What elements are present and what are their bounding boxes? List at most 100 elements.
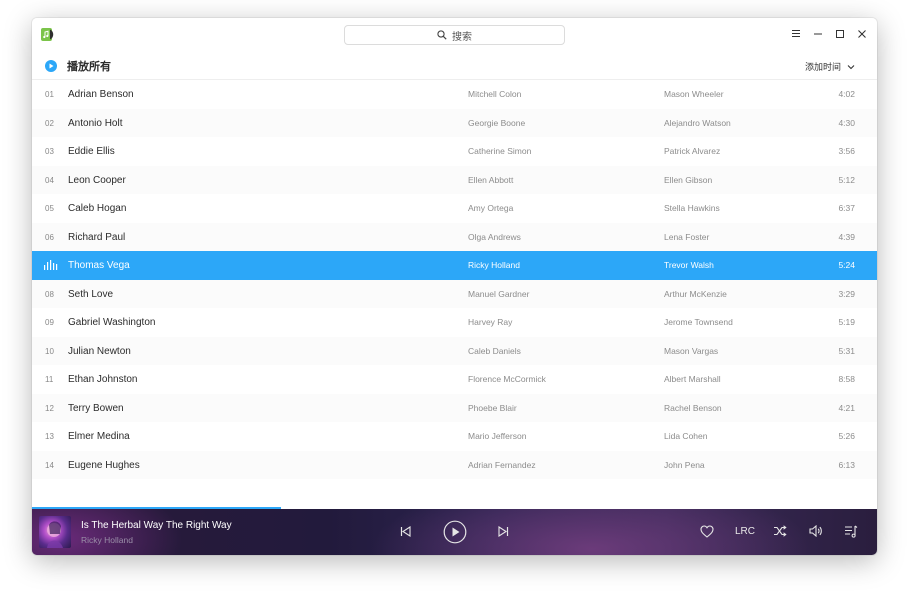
track-number: 12 xyxy=(45,403,54,413)
now-playing-title: Is The Herbal Way The Right Way xyxy=(81,520,232,531)
track-row[interactable]: 05 Caleb Hogan Amy Ortega Stella Hawkins 6:3… xyxy=(32,194,877,223)
track-duration: 5:31 xyxy=(838,345,855,356)
track-album: Lida Cohen xyxy=(664,431,708,441)
track-album: Ellen Gibson xyxy=(664,174,713,185)
track-artist: Manuel Gardner xyxy=(468,288,530,299)
track-row[interactable]: 10 Julian Newton Caleb Daniels Mason Vargas… xyxy=(32,336,877,365)
album-cover-art xyxy=(47,521,63,548)
menu-button[interactable] xyxy=(788,26,803,41)
track-artist: Florence McCormick xyxy=(468,374,546,384)
track-row[interactable]: 04 Leon Cooper Ellen Abbott Ellen Gibson 5:1… xyxy=(32,165,877,194)
track-title: Eugene Hughes xyxy=(68,459,140,471)
track-title: Caleb Hogan xyxy=(68,203,127,214)
track-row[interactable]: 02 Antonio Holt Georgie Boone Alejandro Wat… xyxy=(32,108,877,137)
track-album: Stella Hawkins xyxy=(664,203,720,213)
track-number: 09 xyxy=(45,318,54,327)
track-artist: Catherine Simon xyxy=(468,146,532,156)
sort-dropdown[interactable]: 添加时间 xyxy=(805,60,855,73)
minimize-button[interactable] xyxy=(810,26,825,41)
track-row[interactable]: 08 Seth Love Manuel Gardner Arthur McKenzie… xyxy=(32,279,877,308)
track-album: Mason Vargas xyxy=(664,345,719,356)
maximize-button[interactable] xyxy=(832,26,847,41)
play-all-label: 播放所有 xyxy=(67,61,111,73)
track-title: Adrian Benson xyxy=(68,89,134,100)
music-app-icon xyxy=(41,28,54,41)
chevron-down-icon xyxy=(847,64,855,69)
track-artist: Caleb Daniels xyxy=(468,345,521,356)
minimize-icon xyxy=(813,33,822,34)
favorite-button[interactable] xyxy=(699,523,715,539)
track-row[interactable]: 01 Adrian Benson Mitchell Colon Mason Wheel… xyxy=(32,80,877,109)
now-playing-artist: Ricky Holland xyxy=(81,535,133,545)
track-row[interactable]: 12 Terry Bowen Phoebe Blair Rachel Benson 4:… xyxy=(32,393,877,422)
track-duration: 6:37 xyxy=(838,203,855,213)
now-playing-bars-icon xyxy=(44,260,58,270)
heart-icon xyxy=(700,524,714,538)
track-artist: Mario Jefferson xyxy=(468,431,527,441)
track-artist: Adrian Fernandez xyxy=(468,459,536,470)
player-bar: Is The Herbal Way The Right Way Ricky Ho… xyxy=(32,509,877,555)
window-controls xyxy=(788,26,869,41)
track-row-playing[interactable]: Thomas Vega Ricky Holland Trevor Walsh 5:24 xyxy=(32,251,877,280)
lyrics-button[interactable]: LRC xyxy=(733,523,757,539)
track-number: 01 xyxy=(45,90,54,99)
previous-button[interactable] xyxy=(398,523,412,539)
playlist-icon xyxy=(845,525,858,538)
track-number: 03 xyxy=(45,147,54,156)
volume-button[interactable] xyxy=(808,523,824,539)
track-row[interactable]: 03 Eddie Ellis Catherine Simon Patrick Alva… xyxy=(32,137,877,166)
track-duration: 5:24 xyxy=(838,260,855,270)
play-circle-icon xyxy=(45,60,57,72)
track-title: Ethan Johnston xyxy=(68,374,138,385)
play-button[interactable] xyxy=(442,519,467,544)
play-all-button[interactable]: 播放所有 xyxy=(45,58,111,74)
playlist-button[interactable] xyxy=(843,523,859,539)
track-artist: Harvey Ray xyxy=(468,317,513,327)
track-title: Terry Bowen xyxy=(68,402,124,414)
track-number: 11 xyxy=(45,375,54,384)
track-duration: 8:58 xyxy=(838,374,855,384)
track-title: Richard Paul xyxy=(68,231,126,243)
previous-icon xyxy=(400,525,411,537)
next-button[interactable] xyxy=(496,523,510,539)
track-artist: Ricky Holland xyxy=(468,260,520,270)
track-duration: 4:30 xyxy=(838,117,855,128)
track-row[interactable]: 14 Eugene Hughes Adrian Fernandez John Pena… xyxy=(32,450,877,479)
track-title: Leon Cooper xyxy=(68,174,126,186)
track-album: Lena Foster xyxy=(664,231,710,242)
track-title: Antonio Holt xyxy=(68,117,123,129)
track-number: 13 xyxy=(45,432,54,441)
search-placeholder: 搜索 xyxy=(452,31,472,43)
close-icon xyxy=(857,29,866,38)
shuffle-button[interactable] xyxy=(772,523,788,539)
track-row[interactable]: 09 Gabriel Washington Harvey Ray Jerome Tow… xyxy=(32,308,877,337)
track-row[interactable]: 13 Elmer Medina Mario Jefferson Lida Cohen 5… xyxy=(32,422,877,451)
track-artist: Phoebe Blair xyxy=(468,402,517,413)
track-artist: Amy Ortega xyxy=(468,203,514,213)
track-artist: Olga Andrews xyxy=(468,231,521,242)
track-title: Gabriel Washington xyxy=(68,317,156,328)
album-cover[interactable] xyxy=(39,516,71,548)
maximize-icon xyxy=(835,29,844,38)
music-player-window: 搜索 播放所有 添加时间 01 Adrian Benson Mitchell C… xyxy=(32,18,877,555)
next-icon xyxy=(497,525,508,537)
track-duration: 3:29 xyxy=(838,288,855,299)
track-duration: 4:02 xyxy=(838,89,855,99)
close-button[interactable] xyxy=(854,26,869,41)
track-row[interactable]: 11 Ethan Johnston Florence McCormick Albert… xyxy=(32,365,877,394)
volume-icon xyxy=(809,525,822,537)
track-album: Mason Wheeler xyxy=(664,89,724,99)
shuffle-icon xyxy=(774,525,787,537)
track-title: Eddie Ellis xyxy=(68,146,115,157)
track-row[interactable]: 06 Richard Paul Olga Andrews Lena Foster 4:3… xyxy=(32,222,877,251)
track-duration: 5:26 xyxy=(838,431,855,441)
search-input[interactable]: 搜索 xyxy=(344,25,565,45)
track-duration: 5:19 xyxy=(838,317,855,327)
track-album: Alejandro Watson xyxy=(664,117,731,128)
track-album: Patrick Alvarez xyxy=(664,146,721,156)
track-artist: Mitchell Colon xyxy=(468,89,522,99)
track-list: 01 Adrian Benson Mitchell Colon Mason Wheel… xyxy=(32,80,877,479)
track-duration: 4:21 xyxy=(838,402,855,413)
track-number: 04 xyxy=(45,175,54,185)
menu-icon xyxy=(791,30,800,37)
